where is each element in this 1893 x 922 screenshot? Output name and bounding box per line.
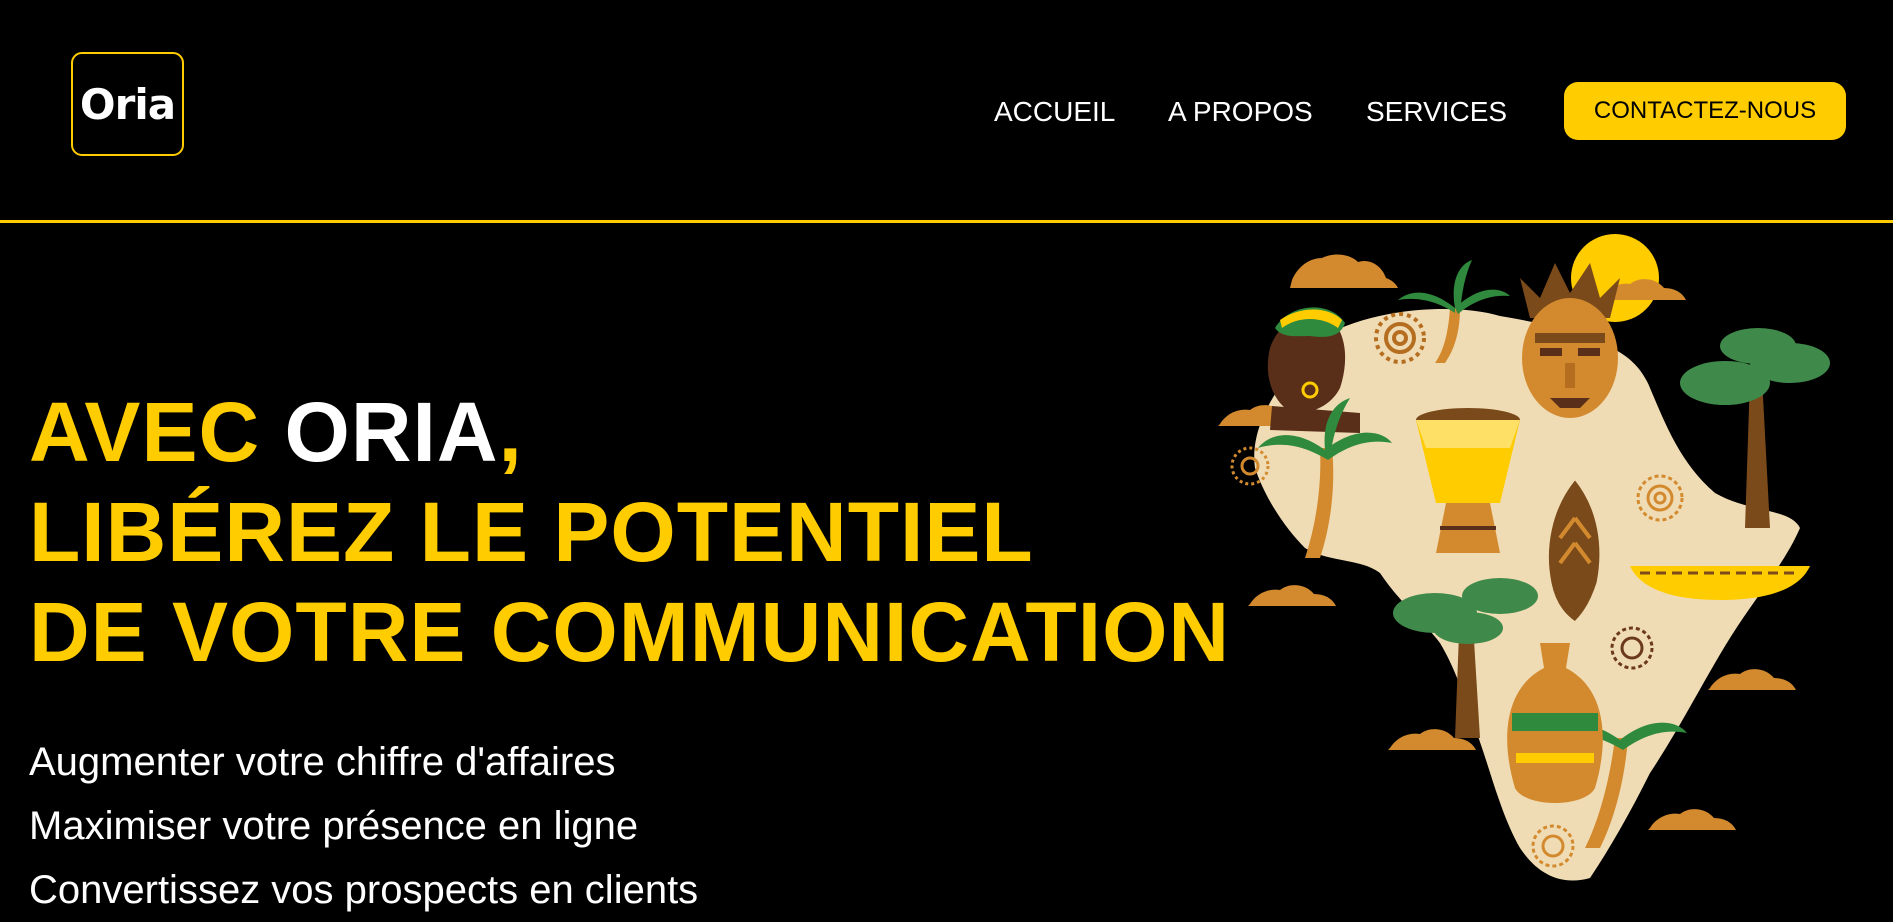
main-nav: ACCUEIL A PROPOS SERVICES CONTACTEZ-NOUS [0,82,1893,142]
benefits-list: Augmenter votre chiffre d'affaires Maxim… [29,730,698,922]
nav-link-accueil[interactable]: ACCUEIL [994,96,1115,128]
benefit-item-revenue: Augmenter votre chiffre d'affaires [29,740,616,784]
hero-title-prefix: AVEC [29,385,285,479]
hero-title-line-3: DE VOTRE COMMUNICATION [29,585,1231,679]
africa-illustration [1218,234,1830,881]
site-header: Oria ACCUEIL A PROPOS SERVICES CONTACTEZ… [0,0,1893,223]
nav-link-a-propos[interactable]: A PROPOS [1168,96,1313,128]
hero-title-comma: , [498,385,523,479]
hero-title-line-2: LIBÉREZ LE POTENTIEL [29,485,1034,579]
hero-title-brand: ORIA [284,385,499,479]
benefit-item-prospects: Convertissez vos prospects en clients [29,868,699,912]
cloud-icon [1290,254,1398,288]
cloud-icon [1248,585,1336,606]
hero-title-line-1: AVEC ORIA, [29,382,1230,482]
contact-button[interactable]: CONTACTEZ-NOUS [1564,82,1846,140]
benefit-item-online-presence: Maximiser votre présence en ligne [29,804,639,848]
nav-link-services[interactable]: SERVICES [1366,96,1507,128]
cloud-icon [1648,809,1736,830]
cloud-icon [1708,669,1796,690]
hero-title: AVEC ORIA, LIBÉREZ LE POTENTIEL DE VOTRE… [29,382,1230,682]
